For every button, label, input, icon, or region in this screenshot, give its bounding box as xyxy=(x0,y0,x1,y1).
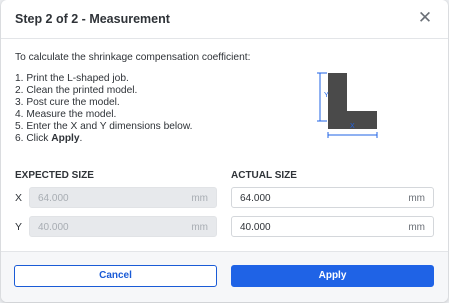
close-icon[interactable]: ✕ xyxy=(416,9,434,27)
actual-x-input[interactable]: 64.000 mm xyxy=(231,187,434,208)
steps-list: 1. Print the L-shaped job. 2. Clean the … xyxy=(15,73,192,144)
cancel-button[interactable]: Cancel xyxy=(14,265,217,287)
y-dimension-label: Y xyxy=(324,92,329,99)
actual-y-unit: mm xyxy=(408,222,425,233)
step-item: 1. Print the L-shaped job. xyxy=(15,73,129,84)
instructions-intro: To calculate the shrinkage compensation … xyxy=(15,52,251,63)
actual-y-value: 40.000 xyxy=(240,222,271,233)
step6-apply-emphasis: Apply xyxy=(51,132,80,144)
dialog-footer: Cancel Apply xyxy=(1,251,448,302)
expected-y-value: 40.000 xyxy=(38,222,69,233)
step-item: 5. Enter the X and Y dimensions below. xyxy=(15,120,193,132)
expected-size-header: EXPECTED SIZE xyxy=(15,170,94,181)
row-label-y: Y xyxy=(15,221,23,233)
expected-x-value: 64.000 xyxy=(38,193,69,204)
step-item: 4. Measure the model. xyxy=(15,108,117,120)
expected-x-unit: mm xyxy=(191,193,208,204)
expected-x-field: 64.000 mm xyxy=(29,187,217,208)
actual-y-input[interactable]: 40.000 mm xyxy=(231,216,434,237)
expected-y-field: 40.000 mm xyxy=(29,216,217,237)
step-item: 3. Post cure the model. xyxy=(15,96,120,108)
step6-suffix: . xyxy=(79,132,83,144)
x-dimension-label: X xyxy=(350,123,355,130)
dialog-header: Step 2 of 2 - Measurement ✕ xyxy=(1,0,448,39)
dialog-title: Step 2 of 2 - Measurement xyxy=(15,12,170,26)
l-shape-model xyxy=(328,73,377,129)
actual-size-header: ACTUAL SIZE xyxy=(231,170,297,181)
actual-x-unit: mm xyxy=(408,193,425,204)
expected-y-unit: mm xyxy=(191,222,208,233)
measurement-dialog: Step 2 of 2 - Measurement ✕ To calculate… xyxy=(1,0,448,302)
step-item: 2. Clean the printed model. xyxy=(15,84,138,96)
apply-button[interactable]: Apply xyxy=(231,265,434,287)
row-label-x: X xyxy=(15,192,23,204)
actual-x-value: 64.000 xyxy=(240,193,271,204)
step6-prefix: 6. Click xyxy=(15,132,52,144)
step-item: 6. Click Apply. xyxy=(15,133,192,145)
l-shape-diagram: Y X xyxy=(317,72,378,138)
